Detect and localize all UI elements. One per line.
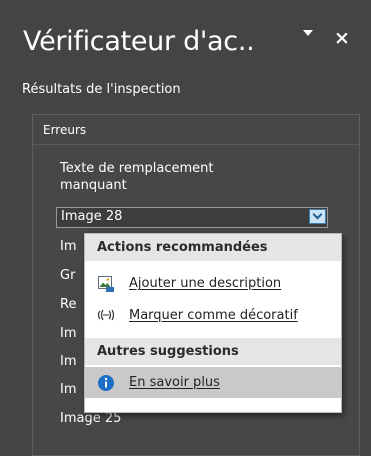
accessibility-checker-pane: Vérificateur d'ac.. × Résultats de l'ins… [0,0,371,456]
issue-item[interactable]: Image 25 [60,411,121,426]
other-suggestions-header-label: Autres suggestions [97,344,239,359]
issue-item[interactable]: Re [60,297,76,312]
selected-issue-label: Image 28 [61,209,123,224]
decorative-icon [97,309,115,321]
issue-item[interactable]: Gr [60,268,75,283]
chevron-down-icon[interactable] [309,209,326,224]
selected-issue-row[interactable]: Image 28 [56,207,328,228]
issue-item[interactable]: Im [60,326,77,341]
info-icon [98,375,114,391]
close-icon[interactable]: × [334,28,350,48]
errors-group-title: Erreurs [43,123,87,137]
issue-item[interactable]: Im [60,382,77,397]
image-description-icon [98,276,114,292]
errors-group-header[interactable]: Erreurs [33,115,359,145]
add-description-menu-item[interactable]: Ajouter une description [85,269,341,299]
learn-more-label: En savoir plus [129,375,220,390]
recommended-actions-header-label: Actions recommandées [97,240,268,255]
missing-alt-text-category[interactable]: Texte de remplacement manquant [60,160,260,194]
add-description-label: Ajouter une description [129,276,282,291]
pane-title: Vérificateur d'ac.. [23,26,255,57]
recommended-actions-header: Actions recommandées [85,234,341,261]
issue-item[interactable]: Im [60,354,77,369]
recommended-actions-menu: Actions recommandées Ajouter une descrip… [84,233,342,413]
other-suggestions-header: Autres suggestions [85,338,341,365]
inspection-results-label: Résultats de l'inspection [22,82,181,97]
mark-decorative-label: Marquer comme décoratif [129,308,298,323]
learn-more-menu-item[interactable]: En savoir plus [85,367,341,398]
mark-decorative-menu-item[interactable]: Marquer comme décoratif [85,301,341,331]
pane-options-chevron-down-icon[interactable] [303,30,313,36]
issue-item[interactable]: Im [60,239,77,254]
